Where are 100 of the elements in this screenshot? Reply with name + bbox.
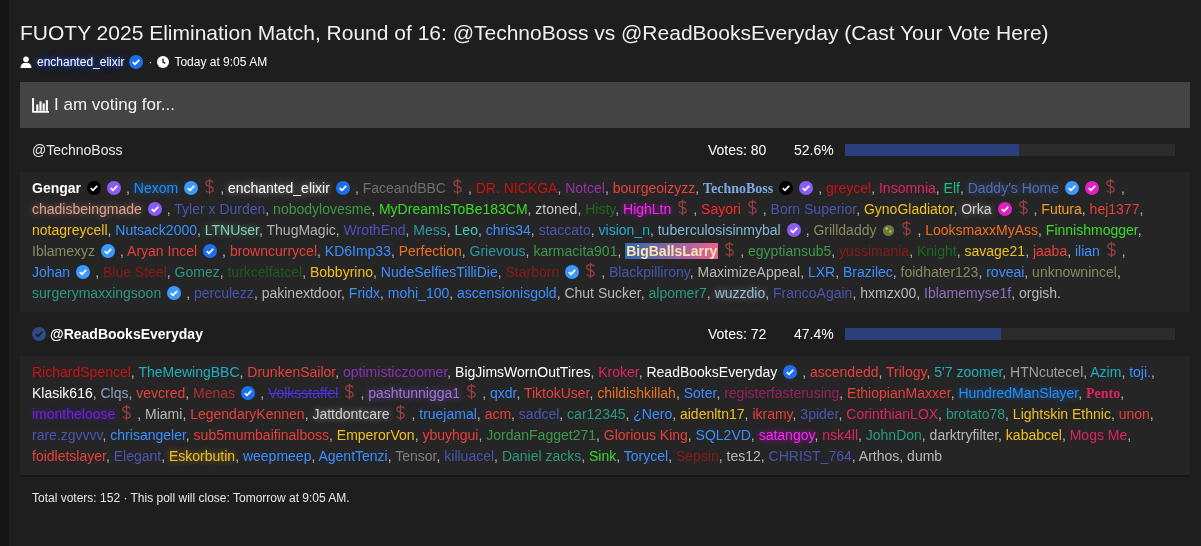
voter-name[interactable]: truejamal [419,406,477,422]
voter-name[interactable]: Leo [454,222,478,238]
voter-name[interactable]: tuberculosisinmybal [657,222,781,238]
voter-name[interactable]: RichardSpencel [32,364,131,380]
voter-name[interactable]: Gengar [32,180,81,196]
voter-name[interactable]: TechnoBoss [702,181,774,196]
voter-name[interactable]: LTNUser [204,222,259,238]
voter-name[interactable]: Insomnia [878,180,936,196]
voter-name[interactable]: EthiopianMaxxer [847,385,951,401]
voter-name[interactable]: ascensionisgold [457,285,557,301]
voter-name[interactable]: surgerymaxxingsoon [32,285,162,301]
voter-name[interactable]: JordanFagget271 [486,427,596,443]
voter-name[interactable]: Bobbyrino [309,264,373,280]
voter-name[interactable]: TiktokUser [523,385,590,401]
voter-name[interactable]: FaceandBBC [362,180,446,196]
voter-name[interactable]: Grievous [469,243,526,259]
voter-name[interactable]: Tensor [395,448,437,464]
voter-name[interactable]: enchanted_elixir [227,180,330,196]
voter-name[interactable]: Brazilec [843,264,893,280]
voter-name[interactable]: Elf [943,180,960,196]
voter-name[interactable]: Soter [683,385,717,401]
voter-name[interactable]: Johan [32,264,71,280]
voter-name[interactable]: nobodylovesme [273,201,372,217]
voter-name[interactable]: unknownincel [1032,264,1117,280]
voter-name[interactable]: chris34 [485,222,531,238]
voter-name[interactable]: LegendaryKennen [190,406,305,422]
voter-name[interactable]: Nutsack2000 [115,222,197,238]
voter-name[interactable]: ThugMagic [266,222,336,238]
voter-name[interactable]: Glorious King [603,427,688,443]
voter-name[interactable]: pashtunnigga1 [368,385,461,401]
voter-name[interactable]: Daddy's Home [967,180,1060,196]
voter-name[interactable]: Blackpillirony [609,264,690,280]
voter-name[interactable]: EmperorVon [336,427,415,443]
voter-name[interactable]: Fridx [348,285,380,301]
voter-name[interactable]: sub5mumbaifinalboss [193,427,329,443]
voter-name[interactable]: childishkillah [597,385,676,401]
voter-name[interactable]: staccato [538,222,591,238]
voter-name[interactable]: alpomer7 [648,285,707,301]
author-link[interactable]: enchanted_elixir [37,55,125,69]
voter-name[interactable]: Lightskin Ethnic [1012,406,1111,422]
voter-name[interactable]: Sayori [701,201,741,217]
voter-name[interactable]: TheMewingBBC [138,364,240,380]
voter-name[interactable]: MyDreamIsToBe183CM [378,201,528,217]
voter-name[interactable]: HundredManSlayer [958,385,1079,401]
voter-name[interactable]: Trilogy [886,364,927,380]
voter-name[interactable]: hej1377 [1089,201,1140,217]
voter-name[interactable]: Notcel [565,180,605,196]
voter-name[interactable]: Iblamexyz [32,243,96,259]
voter-name[interactable]: toji. [1129,364,1151,380]
voter-name[interactable]: car12345 [567,406,626,422]
voter-name[interactable]: HighLtn [623,201,672,217]
voter-name[interactable]: AgentTenzi [318,448,388,464]
voter-name[interactable]: ilian [1074,243,1100,259]
voter-name[interactable]: Finnishmogger [1045,222,1138,238]
voter-name[interactable]: Clqs [100,385,129,401]
voter-name[interactable]: notagreycell [32,222,108,238]
voter-name[interactable]: Knight [916,243,957,259]
voter-name[interactable]: Kroker [598,364,639,380]
voter-name[interactable]: perculezz [193,285,254,301]
voter-name[interactable]: nsk4ll [822,427,858,443]
voter-name[interactable]: DrunkenSailor [247,364,336,380]
voter-name[interactable]: NudeSelfiesTilliDie [380,264,498,280]
voter-name[interactable]: Gomez [174,264,220,280]
voter-name[interactable]: WrothEnd [343,222,406,238]
voter-name[interactable]: qxdr [489,385,517,401]
voter-name[interactable]: Orka [961,201,992,217]
voter-name[interactable]: aidenltn17 [679,406,745,422]
voter-name[interactable]: unon [1118,406,1150,422]
voter-name[interactable]: pakinextdoor [261,285,342,301]
voter-name[interactable]: GynoGladiator [863,201,954,217]
voter-name[interactable]: ReadBooksEveryday [646,364,778,380]
voter-name[interactable]: Menas [193,385,236,401]
voter-name[interactable]: darktryfilter [929,427,999,443]
voter-name[interactable]: foidletslayer [32,448,106,464]
voter-name[interactable]: Futura [1041,201,1082,217]
voter-name[interactable]: SQL2VD [695,427,751,443]
voter-name[interactable]: Mogs Me [1069,427,1128,443]
voter-name[interactable]: Born Superior [770,201,857,217]
voter-name[interactable]: orgish [1018,285,1058,301]
voter-name[interactable]: 3pider [800,406,839,422]
voter-name[interactable]: chadisbeingmade [32,201,142,217]
voter-name[interactable]: browncurrycel [229,243,317,259]
voter-name[interactable]: Grilldaddy [813,222,877,238]
voter-name[interactable]: Iblamemyse1f [924,285,1012,301]
voter-name[interactable]: Perfection [398,243,462,259]
voter-name[interactable]: tes12 [726,448,761,464]
voter-name[interactable]: Jattdontcare [312,406,390,422]
voter-name[interactable]: ascendedd [810,364,879,380]
voter-name[interactable]: vision_n [598,222,650,238]
voter-name[interactable]: JohnDon [865,427,922,443]
voter-name[interactable]: Aryan Incel [127,243,198,259]
voter-name[interactable]: dumb [907,448,943,464]
voter-name[interactable]: 5'7 zoomer [934,364,1003,380]
voter-name[interactable]: Eskorbutin [169,448,236,464]
voter-name[interactable]: Chut Sucker [564,285,641,301]
voter-name[interactable]: CHRIST_764 [768,448,852,464]
voter-name[interactable]: Nexom [133,180,179,196]
voter-name[interactable]: KD6Imp33 [324,243,391,259]
voter-name[interactable]: Mess [413,222,447,238]
voter-name[interactable]: rare.zgvvvv [32,427,103,443]
